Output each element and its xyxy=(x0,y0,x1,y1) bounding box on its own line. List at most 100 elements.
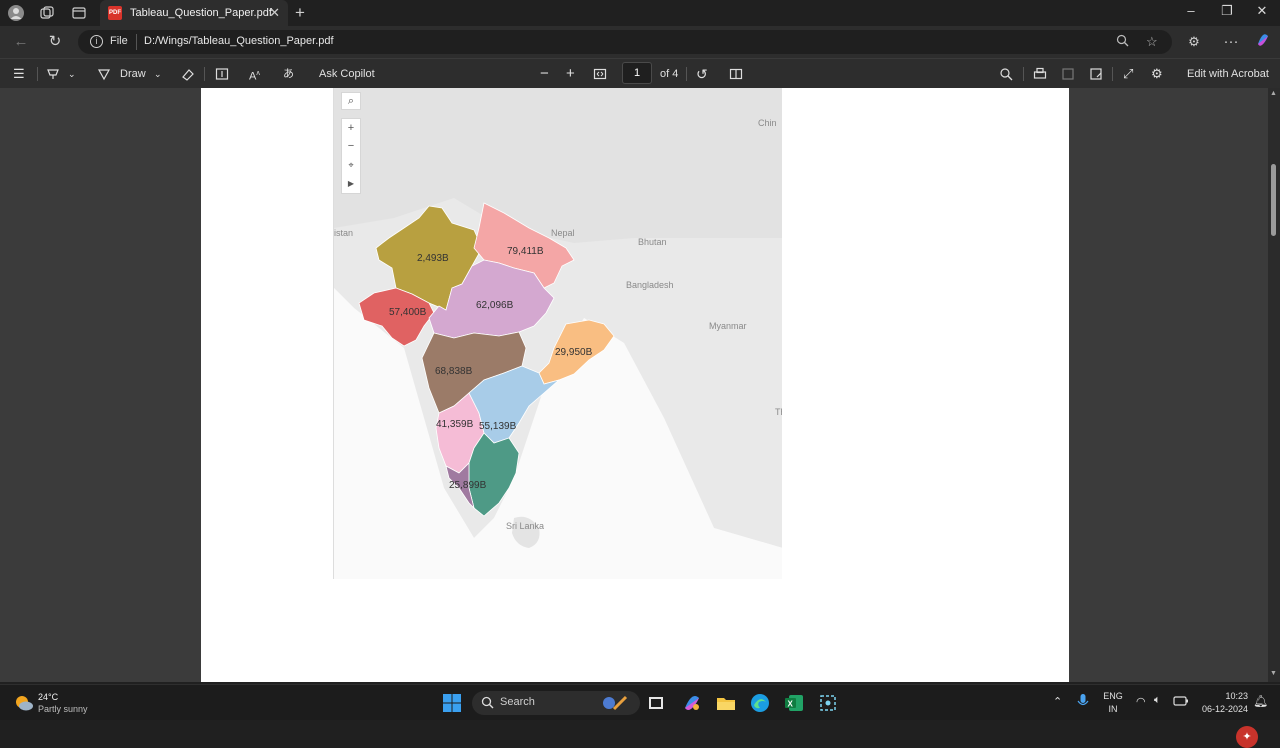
eraser-icon[interactable] xyxy=(180,65,194,83)
place-label-myanmar: Myanmar xyxy=(709,321,747,331)
start-icon[interactable] xyxy=(442,693,462,713)
tab-title: Tableau_Question_Paper.pdf xyxy=(130,7,272,19)
address-url[interactable]: D:/Wings/Tableau_Question_Paper.pdf xyxy=(144,35,334,47)
navigation-bar: ← ↻ i File D:/Wings/Tableau_Question_Pap… xyxy=(0,26,1280,58)
weather-desc: Partly sunny xyxy=(38,704,88,714)
place-label-thailand: Th xyxy=(775,407,782,417)
print-icon[interactable] xyxy=(1033,65,1047,83)
map-reset-icon[interactable]: ⌖ xyxy=(342,155,360,175)
scroll-up-icon[interactable]: ▲ xyxy=(1270,90,1277,97)
rotate-icon[interactable]: ↺ xyxy=(696,65,708,83)
translate-icon[interactable]: あ xyxy=(283,65,294,83)
zoom-out-icon[interactable]: − xyxy=(540,65,549,83)
refresh-icon[interactable]: ↻ xyxy=(45,32,65,52)
zoom-in-icon[interactable]: + xyxy=(566,65,575,83)
edge-icon[interactable] xyxy=(750,693,770,713)
new-tab-icon[interactable]: + xyxy=(290,3,310,22)
clock-date[interactable]: 06-12-2024 xyxy=(1190,704,1248,714)
edit-with-acrobat-button[interactable]: Edit with Acrobat xyxy=(1187,65,1269,83)
battery-icon[interactable] xyxy=(1173,695,1189,709)
draw-button[interactable]: Draw xyxy=(120,65,146,83)
show-hidden-icons[interactable]: ⌃ xyxy=(1053,695,1062,708)
volume-icon[interactable]: 🔈︎ xyxy=(1154,694,1161,707)
minimize-icon[interactable]: – xyxy=(1176,3,1206,23)
map-search-icon[interactable]: ⌕ xyxy=(341,92,361,110)
settings-icon[interactable]: ⚙ xyxy=(1151,65,1163,83)
highlight-icon[interactable] xyxy=(46,65,60,83)
read-aloud-icon[interactable]: Aʌ xyxy=(249,65,260,83)
text-box-icon[interactable] xyxy=(215,65,229,83)
taskbar-search[interactable]: Search xyxy=(472,691,640,715)
fit-page-icon[interactable] xyxy=(593,65,607,83)
map-zoom-in-icon[interactable]: + xyxy=(342,119,360,137)
back-icon[interactable]: ← xyxy=(11,32,31,52)
clock-time[interactable]: 10:23 xyxy=(1196,691,1248,701)
acrobat-icon[interactable]: ✦ xyxy=(1236,726,1258,748)
scroll-down-icon[interactable]: ▼ xyxy=(1270,670,1277,677)
scrollbar-thumb[interactable] xyxy=(1271,164,1276,236)
value-label-andhra-pradesh: 55,139B xyxy=(479,421,517,432)
extensions-icon[interactable]: ⚙ xyxy=(1184,32,1204,52)
notifications-icon[interactable]: 🔔︎ xyxy=(1253,694,1268,708)
place-label-sri-lanka: Sri Lanka xyxy=(506,521,544,531)
wifi-icon[interactable]: ◠ xyxy=(1136,695,1146,708)
find-icon[interactable] xyxy=(999,65,1013,83)
microphone-icon[interactable] xyxy=(1076,693,1090,711)
india-map: 2,493B 79,411B 57,400B 62,096B 29,950B 6… xyxy=(333,88,782,579)
page-count-label: of 4 xyxy=(660,68,679,80)
weather-temp: 24°C xyxy=(38,692,59,702)
page-view-icon[interactable] xyxy=(729,65,743,83)
ask-copilot-button[interactable]: Ask Copilot xyxy=(319,65,375,83)
value-label-rajasthan: 2,493B xyxy=(417,253,449,264)
close-tab-icon[interactable]: ✕ xyxy=(269,5,280,21)
close-window-icon[interactable]: ✕ xyxy=(1247,3,1277,23)
value-label-gujarat: 57,400B xyxy=(389,307,427,318)
place-label-nepal: Nepal xyxy=(551,228,575,238)
search-icon xyxy=(481,696,494,714)
vertical-scrollbar[interactable]: ▲ ▼ xyxy=(1268,88,1280,682)
address-bar[interactable]: i File D:/Wings/Tableau_Question_Paper.p… xyxy=(78,30,1172,54)
info-icon[interactable]: i xyxy=(90,35,103,48)
tab-actions-icon[interactable] xyxy=(69,4,89,22)
more-menu-icon[interactable]: ··· xyxy=(1221,32,1241,52)
search-highlight-icon xyxy=(600,693,630,713)
profile-icon[interactable] xyxy=(6,4,26,22)
value-label-tamil-nadu: 25,899B xyxy=(449,480,487,491)
weather-icon[interactable] xyxy=(14,693,34,713)
file-explorer-icon[interactable] xyxy=(716,693,736,713)
contents-icon[interactable]: ☰ xyxy=(13,65,25,83)
tab-pdf[interactable]: PDF Tableau_Question_Paper.pdf ✕ xyxy=(100,0,288,26)
draw-dropdown-icon[interactable]: ⌄ xyxy=(154,65,162,83)
snipping-tool-icon[interactable] xyxy=(818,693,838,713)
restore-icon[interactable]: ❐ xyxy=(1212,3,1242,23)
excel-icon[interactable]: X xyxy=(784,693,804,713)
search-placeholder: Search xyxy=(500,696,535,708)
pdf-file-icon: PDF xyxy=(108,6,122,20)
map-expand-icon[interactable]: ▶ xyxy=(342,175,360,193)
value-label-karnataka: 41,359B xyxy=(436,419,474,430)
map-zoom-controls: + − ⌖ ▶ xyxy=(341,118,361,194)
copilot-icon[interactable] xyxy=(1253,32,1273,52)
place-label-bangladesh: Bangladesh xyxy=(626,280,674,290)
save-as-icon[interactable] xyxy=(1089,65,1103,83)
copilot-app-icon[interactable] xyxy=(682,693,702,713)
title-bar: PDF Tableau_Question_Paper.pdf ✕ + – ❐ ✕ xyxy=(0,0,1280,26)
zoom-icon[interactable] xyxy=(1116,34,1129,50)
place-label-china: Chin xyxy=(758,118,777,128)
highlight-dropdown-icon[interactable]: ⌄ xyxy=(68,65,76,83)
page-number-input[interactable]: 1 xyxy=(622,62,652,84)
pdf-viewer: 2,493B 79,411B 57,400B 62,096B 29,950B 6… xyxy=(0,88,1280,748)
toolbar-divider xyxy=(1023,67,1024,81)
language-bottom[interactable]: IN xyxy=(1100,704,1126,714)
language-top[interactable]: ENG xyxy=(1100,691,1126,701)
full-screen-icon[interactable]: ⤢ xyxy=(1123,65,1133,83)
svg-text:X: X xyxy=(788,700,794,709)
save-icon[interactable] xyxy=(1061,65,1075,83)
draw-pen-icon[interactable] xyxy=(97,65,111,83)
map-zoom-out-icon[interactable]: − xyxy=(342,137,360,155)
favorite-star-icon[interactable]: ☆ xyxy=(1146,34,1158,50)
toolbar-divider xyxy=(686,67,687,81)
task-view-icon[interactable] xyxy=(646,693,666,713)
toolbar-divider xyxy=(37,67,38,81)
workspaces-icon[interactable] xyxy=(37,4,57,22)
